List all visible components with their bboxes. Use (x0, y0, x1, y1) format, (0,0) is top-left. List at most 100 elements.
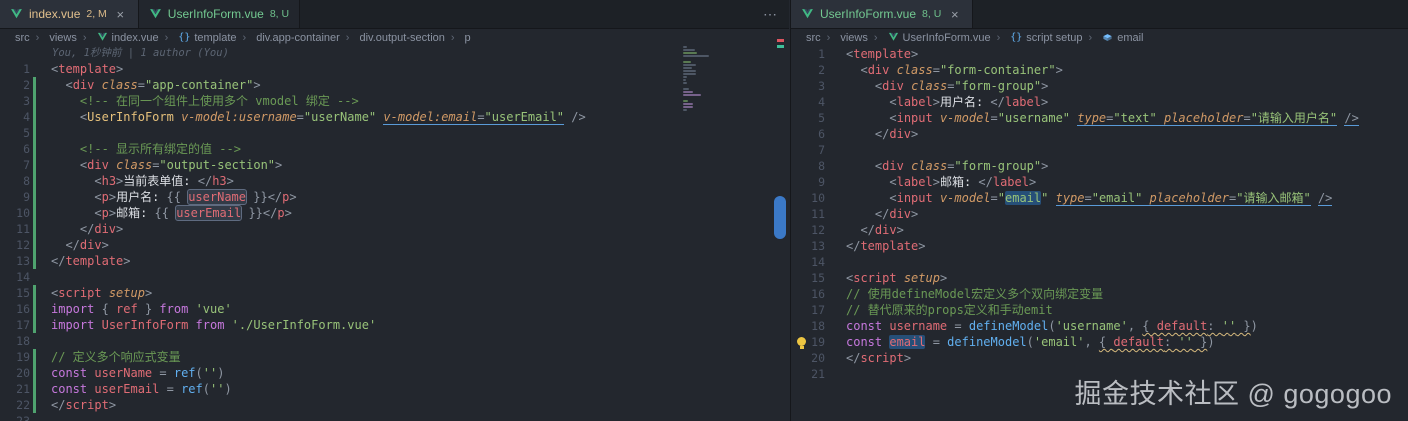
code-line[interactable]: 7 <div class="output-section"> (0, 157, 789, 173)
code-line[interactable]: 18const username = defineModel('username… (791, 318, 1408, 334)
git-gutter-marker (828, 318, 831, 334)
tab-userinfoform-vue[interactable]: UserInfoForm.vue 8, U (139, 0, 300, 28)
line-number: 10 (791, 190, 825, 206)
line-number: 8 (0, 173, 30, 189)
code-line[interactable]: 1<template> (0, 61, 789, 77)
code-line[interactable]: 6 <!-- 显示所有绑定的值 --> (0, 141, 789, 157)
symbol-namespace-icon: {} (178, 32, 190, 43)
close-icon[interactable]: × (113, 7, 128, 22)
git-gutter-marker (828, 94, 831, 110)
code-line[interactable]: 15<script setup> (791, 270, 1408, 286)
code-line[interactable]: 13</template> (0, 253, 789, 269)
breadcrumb-item-file[interactable]: index.vue (77, 32, 159, 44)
code-line[interactable]: 20</script> (791, 350, 1408, 366)
tabbar-left: index.vue 2, M × UserInfoForm.vue 8, U ⋯ (0, 0, 789, 29)
code-line[interactable]: 4 <UserInfoForm v-model:username="userNa… (0, 109, 789, 125)
git-gutter-marker (828, 302, 831, 318)
code-line[interactable]: 23 (0, 413, 789, 421)
code-line[interactable]: 19const email = defineModel('email', { d… (791, 334, 1408, 350)
code-line[interactable]: 19// 定义多个响应式变量 (0, 349, 789, 365)
code-line[interactable]: 6 </div> (791, 126, 1408, 142)
git-gutter-marker (828, 158, 831, 174)
minimap-line (683, 109, 687, 111)
minimap-line (683, 49, 695, 51)
code-line[interactable]: 7 (791, 142, 1408, 158)
git-gutter-marker (828, 62, 831, 78)
code-line[interactable]: 16// 使用defineModel宏定义多个双向绑定变量 (791, 286, 1408, 302)
breadcrumb-item-div-app-container[interactable]: div.app-container (237, 32, 340, 44)
code-line[interactable]: 18 (0, 333, 789, 349)
code-line[interactable]: 2 <div class="app-container"> (0, 77, 789, 93)
code-line[interactable]: 1<template> (791, 46, 1408, 62)
breadcrumb-item-src[interactable]: src (15, 32, 30, 44)
code-line[interactable]: 12 </div> (791, 222, 1408, 238)
git-gutter-marker (33, 285, 36, 301)
code-line[interactable]: 9 <label>邮箱: </label> (791, 174, 1408, 190)
code-line[interactable]: 11 </div> (0, 221, 789, 237)
line-number: 5 (0, 125, 30, 141)
code-line[interactable]: 10 <p>邮箱: {{ userEmail }}</p> (0, 205, 789, 221)
vue-icon (97, 32, 108, 43)
code-line[interactable]: 3 <!-- 在同一个组件上使用多个 vmodel 绑定 --> (0, 93, 789, 109)
code-line[interactable]: 17// 替代原来的props定义和手动emit (791, 302, 1408, 318)
breadcrumb-item-file[interactable]: UserInfoForm.vue (868, 32, 991, 44)
git-gutter-marker (33, 237, 36, 253)
line-number: 16 (791, 286, 825, 302)
scrollbar-overview-thumb[interactable] (774, 196, 786, 239)
tab-userinfoform-vue-right[interactable]: UserInfoForm.vue 8, U × (791, 0, 973, 28)
code-line[interactable]: 17import UserInfoForm from './UserInfoFo… (0, 317, 789, 333)
vscode-editor-area: index.vue 2, M × UserInfoForm.vue 8, U ⋯… (0, 0, 1408, 421)
git-gutter-marker (33, 253, 36, 269)
breadcrumb-item-p[interactable]: p (445, 32, 471, 44)
line-number: 20 (0, 365, 30, 381)
breadcrumb-item-script-setup[interactable]: {}script setup (991, 32, 1083, 44)
line-number: 17 (791, 302, 825, 318)
breadcrumb-item-views[interactable]: views (30, 32, 77, 44)
line-number: 11 (0, 221, 30, 237)
code-line[interactable]: 4 <label>用户名: </label> (791, 94, 1408, 110)
code-line[interactable]: 2 <div class="form-container"> (791, 62, 1408, 78)
breadcrumb-item-email[interactable]: email (1083, 32, 1144, 44)
vue-icon (801, 8, 814, 21)
minimap-line (683, 52, 697, 54)
git-gutter-marker (33, 365, 36, 381)
git-gutter-marker (828, 46, 831, 62)
tabbar-right: UserInfoForm.vue 8, U × (791, 0, 1408, 29)
code-line[interactable]: 5 <input v-model="username" type="text" … (791, 110, 1408, 126)
code-lines[interactable]: 1<template>2 <div class="form-container"… (791, 46, 1408, 382)
breadcrumb-item-src[interactable]: src (806, 32, 821, 44)
code-line[interactable]: 8 <div class="form-group"> (791, 158, 1408, 174)
close-icon[interactable]: × (947, 7, 962, 22)
line-number: 12 (791, 222, 825, 238)
git-gutter-marker (33, 77, 36, 93)
tab-label: UserInfoForm.vue (820, 7, 916, 21)
code-line[interactable]: 21const userEmail = ref('') (0, 381, 789, 397)
code-line[interactable]: 14 (791, 254, 1408, 270)
breadcrumb-item-div-output-section[interactable]: div.output-section (340, 32, 445, 44)
code-line[interactable]: 15<script setup> (0, 285, 789, 301)
git-gutter-marker (33, 301, 36, 317)
line-number: 15 (0, 285, 30, 301)
breadcrumb-item-views[interactable]: views (821, 32, 868, 44)
code-line[interactable]: 10 <input v-model="email" type="email" p… (791, 190, 1408, 206)
code-line[interactable]: 13</template> (791, 238, 1408, 254)
code-line[interactable]: 12 </div> (0, 237, 789, 253)
git-gutter-marker (33, 93, 36, 109)
code-line[interactable]: 5 (0, 125, 789, 141)
code-line[interactable]: 9 <p>用户名: {{ userName }}</p> (0, 189, 789, 205)
more-actions-icon[interactable]: ⋯ (763, 0, 777, 28)
git-gutter-marker (33, 317, 36, 333)
code-line[interactable]: 16import { ref } from 'vue' (0, 301, 789, 317)
overview-error-marker (777, 39, 784, 42)
code-line[interactable]: 8 <h3>当前表单值: </h3> (0, 173, 789, 189)
code-line[interactable]: 3 <div class="form-group"> (791, 78, 1408, 94)
code-lines[interactable]: You, 1秒钟前 | 1 author (You) 1<template>2 … (0, 46, 789, 421)
code-line[interactable]: 14 (0, 269, 789, 285)
tab-index-vue[interactable]: index.vue 2, M × (0, 0, 139, 28)
lightbulb-icon[interactable] (797, 337, 806, 346)
code-line[interactable]: 20const userName = ref('') (0, 365, 789, 381)
code-line[interactable]: 22</script> (0, 397, 789, 413)
breadcrumb-item-template[interactable]: {}template (159, 32, 237, 44)
code-line[interactable]: 11 </div> (791, 206, 1408, 222)
minimap[interactable] (683, 46, 713, 115)
